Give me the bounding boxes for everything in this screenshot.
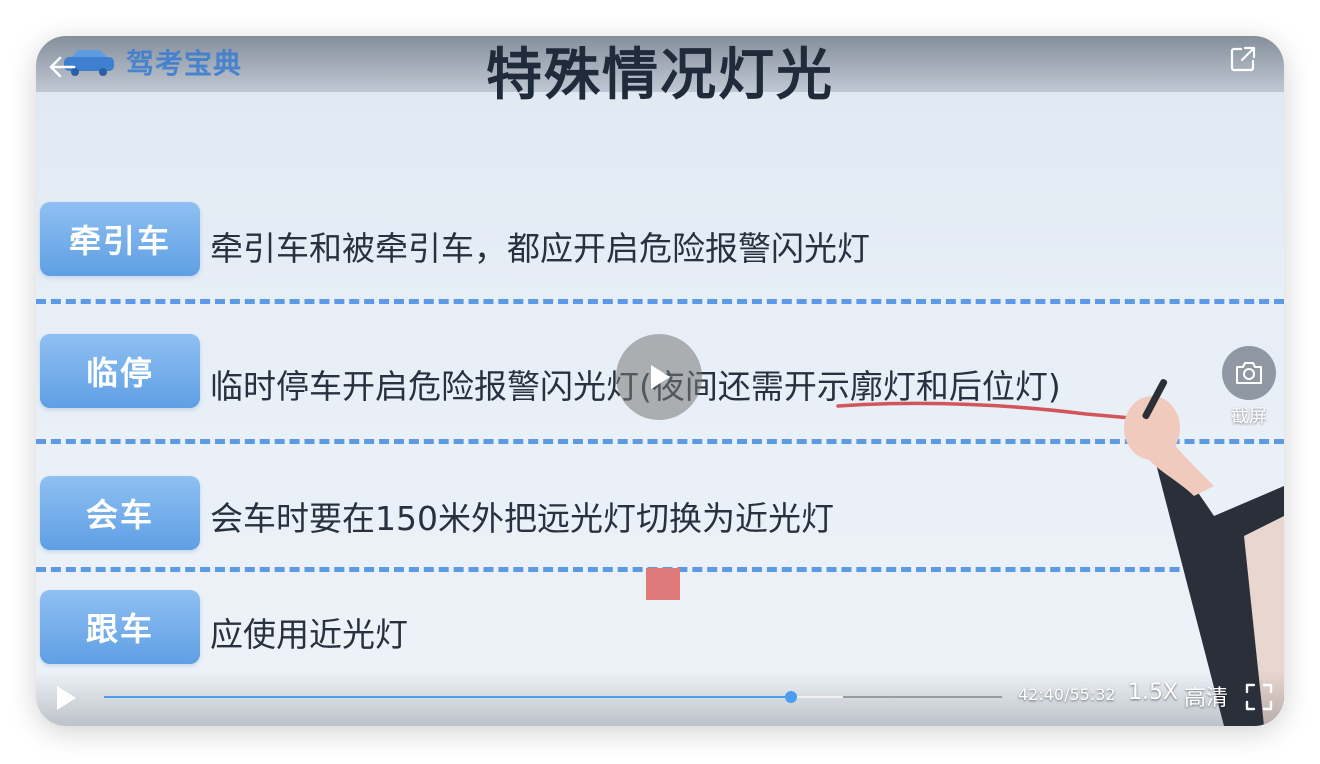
screenshot-button[interactable]: [1222, 346, 1276, 400]
row-label-meeting: 会车: [40, 476, 200, 550]
row-text-tow: 牵引车和被牵引车，都应开启危险报警闪光灯: [210, 229, 870, 268]
camera-icon: [1236, 362, 1262, 384]
row-label-temp-stop: 临停: [40, 334, 200, 408]
fullscreen-icon[interactable]: [1244, 682, 1274, 712]
speed-button[interactable]: 1.5X: [1128, 680, 1178, 705]
progress-fill: [104, 696, 791, 698]
divider: [36, 439, 1284, 444]
row-label-tow: 牵引车: [40, 202, 200, 276]
play-icon: [651, 365, 670, 389]
video-player[interactable]: 驾考宝典 特殊情况灯光 牵引车 牵引车和被牵引车，都应开启危险报警闪光灯 临停 …: [36, 36, 1284, 726]
marker-square: [646, 568, 680, 600]
progress-thumb[interactable]: [784, 691, 797, 703]
progress-bar[interactable]: [104, 691, 1002, 703]
quality-button[interactable]: 高清: [1184, 680, 1228, 712]
divider: [36, 299, 1284, 304]
time-display: 42:40/55:32: [1018, 685, 1116, 704]
slide-title: 特殊情况灯光: [486, 43, 834, 108]
screenshot-label: 截屏: [1231, 406, 1267, 427]
control-bar: 42:40/55:32 1.5X 高清: [36, 670, 1284, 726]
row-text-follow: 应使用近光灯: [210, 615, 408, 654]
pen-underline-mark: [836, 401, 1133, 420]
row-text-meeting: 会车时要在150米外把远光灯切换为近光灯: [210, 499, 834, 538]
row-label-follow: 跟车: [40, 590, 200, 664]
share-icon[interactable]: [1228, 44, 1258, 74]
center-play-button[interactable]: [616, 334, 702, 420]
play-icon[interactable]: [54, 684, 78, 712]
